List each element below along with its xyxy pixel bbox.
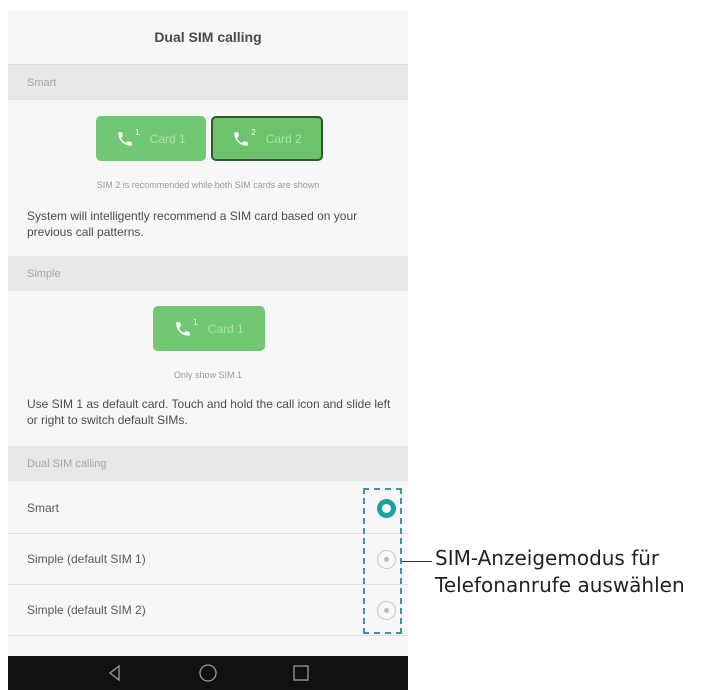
callout-line bbox=[402, 561, 432, 562]
option-row-simple-sim1[interactable]: Simple (default SIM 1) bbox=[8, 534, 408, 585]
smart-caption: SIM 2 is recommended while both SIM card… bbox=[96, 180, 320, 190]
option-label: Simple (default SIM 2) bbox=[27, 603, 146, 617]
section-header-label: Smart bbox=[27, 76, 57, 89]
callout-line-1: SIM-Anzeigemodus für bbox=[435, 546, 660, 570]
option-row-simple-sim2[interactable]: Simple (default SIM 2) bbox=[8, 585, 408, 636]
page-title: Dual SIM calling bbox=[154, 29, 262, 45]
section-header-smart: Smart bbox=[8, 65, 408, 100]
option-label: Simple (default SIM 1) bbox=[27, 552, 146, 566]
phone-screen: Dual SIM calling Smart 1 Card 1 2 Card 2… bbox=[8, 10, 408, 690]
section-header-dual-sim: Dual SIM calling bbox=[8, 446, 408, 481]
navigation-bar bbox=[8, 656, 408, 690]
simple-card-1-button[interactable]: 1 Card 1 bbox=[153, 306, 265, 351]
card-2-label: Card 2 bbox=[265, 131, 302, 146]
section-header-label: Dual SIM calling bbox=[27, 457, 107, 470]
section-header-simple: Simple bbox=[8, 256, 408, 291]
option-label: Smart bbox=[27, 501, 60, 515]
radio-highlight-box bbox=[363, 488, 402, 634]
back-icon[interactable] bbox=[105, 663, 125, 683]
option-row-smart[interactable]: Smart bbox=[8, 483, 408, 534]
smart-description: System will intelligently recommend a SI… bbox=[27, 209, 358, 239]
title-bar: Dual SIM calling bbox=[8, 10, 408, 65]
section-header-label: Simple bbox=[27, 267, 61, 280]
simple-caption: Only show SIM 1 bbox=[173, 370, 243, 380]
recents-icon[interactable] bbox=[291, 663, 311, 683]
simple-card-1-label: Card 1 bbox=[207, 321, 244, 336]
phone-icon: 1 bbox=[174, 318, 198, 338]
card-2-button[interactable]: 2 Card 2 bbox=[211, 116, 323, 161]
card-1-button[interactable]: 1 Card 1 bbox=[96, 116, 206, 161]
phone-icon: 2 bbox=[232, 128, 256, 148]
phone-icon: 1 bbox=[116, 128, 140, 148]
home-icon[interactable] bbox=[198, 663, 218, 683]
callout-line-2: Telefonanrufe auswählen bbox=[435, 573, 685, 597]
simple-description: Use SIM 1 as default card. Touch and hol… bbox=[27, 397, 391, 427]
card-1-label: Card 1 bbox=[149, 131, 186, 146]
callout-annotation: SIM-Anzeigemodus für Telefonanrufe auswä… bbox=[435, 545, 685, 599]
